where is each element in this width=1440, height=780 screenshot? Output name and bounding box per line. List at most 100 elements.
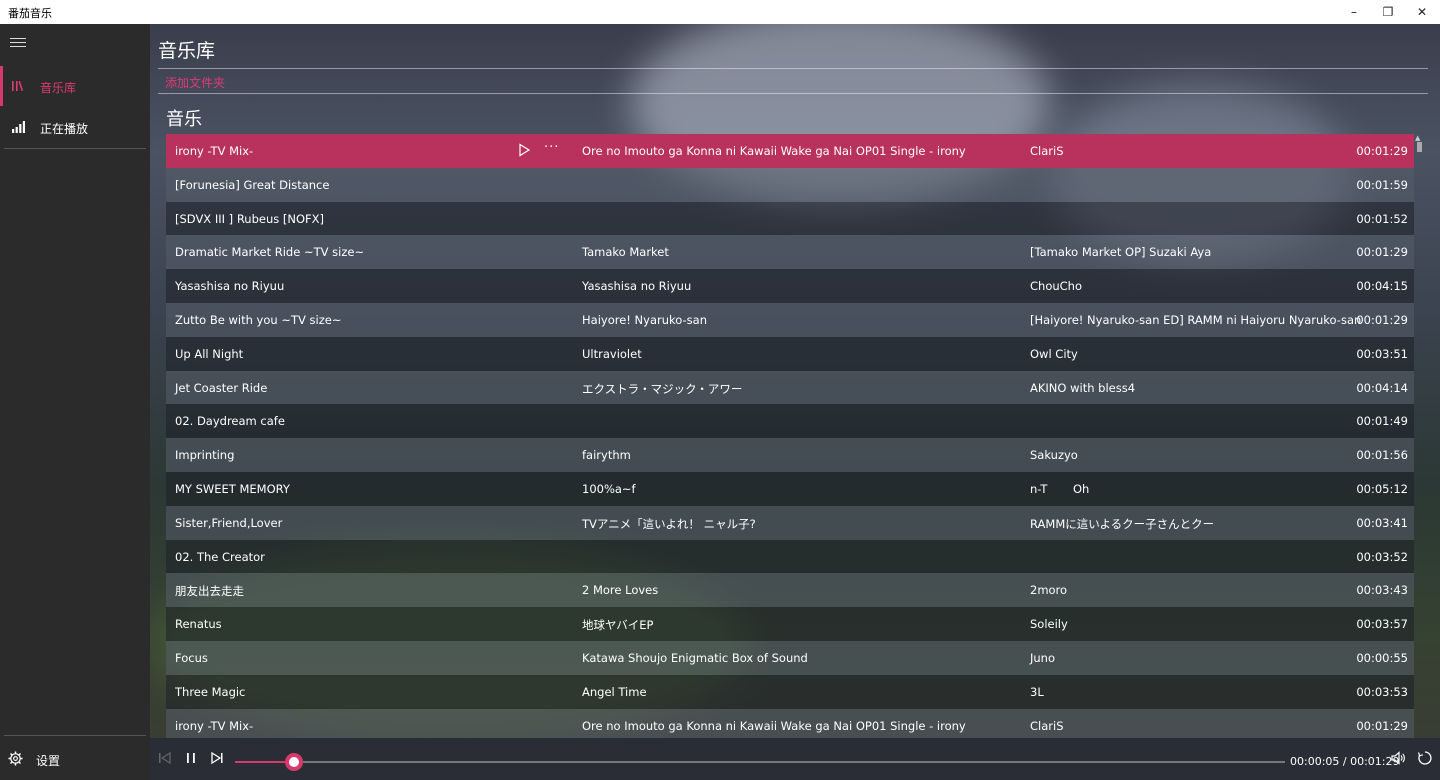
song-title: Renatus — [175, 617, 222, 632]
song-duration: 00:03:51 — [1356, 346, 1408, 361]
close-button[interactable]: ✕ — [1405, 0, 1439, 24]
song-album: Angel Time — [582, 684, 647, 699]
song-artist: AKINO with bless4 — [1030, 380, 1136, 395]
progress-track[interactable] — [235, 761, 1285, 763]
song-title: 02. Daydream cafe — [175, 414, 285, 429]
table-row[interactable]: Dramatic Market Ride ~TV size~ Tamako Mar… — [166, 235, 1414, 270]
table-row[interactable]: 02. Daydream cafe 00:01:49 — [166, 404, 1414, 439]
song-artist: ClariS — [1030, 718, 1064, 733]
minimize-button[interactable]: – — [1337, 0, 1371, 24]
song-title: MY SWEET MEMORY — [175, 481, 290, 496]
song-title: Up All Night — [175, 346, 244, 361]
song-title: irony -TV Mix- — [175, 144, 254, 158]
song-title: Sister,Friend,Lover — [175, 515, 283, 530]
player-bar: 00:00:05 / 00:01:29 — [150, 738, 1440, 780]
table-row[interactable]: [SDVX III ] Rubeus [NOFX] 00:01:52 — [166, 201, 1414, 236]
song-duration: 00:01:29 — [1356, 718, 1408, 733]
song-artist: n-T Oh — [1030, 481, 1090, 496]
song-duration: 00:00:55 — [1356, 650, 1408, 665]
song-title: irony -TV Mix- — [175, 718, 254, 733]
progress-knob[interactable] — [285, 753, 303, 771]
table-row[interactable]: 朋友出去走走 2 More Loves 2moro 00:03:43 — [166, 573, 1414, 608]
pause-icon[interactable] — [184, 751, 198, 765]
sidebar-item-library[interactable]: 音乐库 — [0, 66, 150, 106]
table-row[interactable]: Imprinting fairythm Sakuzyo 00:01:56 — [166, 438, 1414, 472]
library-icon — [12, 80, 24, 92]
table-row[interactable]: 02. The Creator 00:03:52 — [166, 539, 1414, 574]
table-row[interactable]: Yasashisa no Riyuu Yasashisa no Riyuu Chou… — [166, 269, 1414, 303]
song-duration: 00:01:52 — [1356, 211, 1408, 226]
add-folder-link[interactable]: 添加文件夹 — [165, 74, 225, 91]
song-title: Jet Coaster Ride — [175, 380, 268, 395]
song-artist: RAMMに這いよるクー子さんとクー — [1030, 516, 1215, 531]
hamburger-menu-icon[interactable] — [10, 38, 26, 48]
table-row[interactable]: Up All Night Ultraviolet Owl City 00:03:51 — [166, 336, 1414, 371]
table-row[interactable]: Focus Katawa Shoujo Enigmatic Box of Soun… — [166, 640, 1414, 675]
table-row[interactable]: irony -TV Mix- Ore no Imouto ga Konna ni … — [166, 134, 1414, 168]
table-row[interactable]: MY SWEET MEMORY 100%a~f n-T Oh 00:05:12 — [166, 471, 1414, 506]
now-playing-bars-icon — [12, 121, 25, 133]
page-title: 音乐库 — [158, 40, 216, 62]
song-duration: 00:03:53 — [1356, 684, 1408, 699]
song-artist: [Haiyore! Nyaruko-san ED] RAMM ni Haiyor… — [1030, 312, 1362, 327]
table-row[interactable]: Renatus 地球ヤバイEP Soleily 00:03:57 — [166, 607, 1414, 641]
song-artist: Soleily — [1030, 617, 1068, 632]
table-row[interactable]: [Forunesia] Great Distance 00:01:59 — [166, 167, 1414, 202]
scrollbar[interactable]: ▲ ▼ — [1414, 134, 1424, 738]
song-artist: 3L — [1030, 684, 1044, 699]
song-album: Ore no Imouto ga Konna ni Kawaii Wake ga… — [582, 144, 966, 158]
song-title: Imprinting — [175, 448, 235, 463]
song-artist: 2moro — [1030, 583, 1068, 598]
song-artist: Juno — [1030, 650, 1056, 665]
song-artist: ClariS — [1030, 144, 1064, 158]
song-album: Haiyore! Nyaruko-san — [582, 312, 707, 327]
song-title: 朋友出去走走 — [175, 584, 244, 599]
time-display: 00:00:05 / 00:01:29 — [1290, 755, 1400, 768]
song-title: Three Magic — [175, 684, 246, 699]
song-duration: 00:03:43 — [1356, 583, 1408, 598]
divider — [158, 93, 1428, 94]
song-album: Ore no Imouto ga Konna ni Kawaii Wake ga… — [582, 718, 966, 733]
sidebar-item-now-playing[interactable]: 正在播放 — [0, 107, 150, 147]
sidebar-item-label: 正在播放 — [40, 122, 89, 136]
repeat-icon[interactable] — [1417, 750, 1433, 766]
song-album: Ultraviolet — [582, 346, 642, 361]
song-duration: 00:01:59 — [1356, 177, 1408, 192]
song-album: Katawa Shoujo Enigmatic Box of Sound — [582, 650, 808, 665]
table-row[interactable]: Jet Coaster Ride エクストラ・マジック・アワー AKINO with… — [166, 370, 1414, 405]
table-row[interactable]: Three Magic Angel Time 3L 00:03:53 — [166, 674, 1414, 709]
song-album: fairythm — [582, 448, 631, 463]
sidebar-divider — [4, 735, 146, 736]
song-album: 地球ヤバイEP — [582, 618, 654, 633]
more-options-icon[interactable]: ··· — [544, 140, 559, 155]
song-album: Yasashisa no Riyuu — [582, 279, 692, 294]
song-duration: 00:04:15 — [1356, 279, 1408, 294]
next-track-icon[interactable] — [210, 751, 224, 765]
song-title: Zutto Be with you ~TV size~ — [175, 312, 342, 327]
song-artist: Sakuzyo — [1030, 448, 1078, 463]
volume-icon[interactable] — [1390, 750, 1406, 766]
song-duration: 00:01:56 — [1356, 448, 1408, 463]
sidebar-divider — [4, 148, 146, 149]
sidebar: 音乐库 正在播放 设置 — [0, 24, 150, 780]
song-duration: 00:04:14 — [1356, 380, 1408, 395]
table-row[interactable]: irony -TV Mix- Ore no Imouto ga Konna ni … — [166, 708, 1414, 738]
play-icon[interactable] — [517, 143, 531, 157]
scroll-up-icon[interactable]: ▲ — [1415, 134, 1420, 142]
title-bar: 番茄音乐 – ❐ ✕ — [0, 0, 1440, 24]
song-duration: 00:03:41 — [1356, 515, 1408, 530]
previous-track-icon[interactable] — [158, 751, 172, 765]
table-row[interactable]: Zutto Be with you ~TV size~ Haiyore! Nyar… — [166, 302, 1414, 337]
song-title: Focus — [175, 650, 208, 665]
restore-button[interactable]: ❐ — [1371, 0, 1405, 24]
song-album: TVアニメ「這いよれ！ ニャル子? — [582, 516, 756, 531]
settings-button[interactable]: 设置 — [0, 744, 150, 774]
song-album: 100%a~f — [582, 481, 636, 496]
song-artist: [Tamako Market OP] Suzaki Aya — [1030, 245, 1212, 260]
scrollbar-thumb[interactable] — [1417, 142, 1422, 152]
song-duration: 00:01:29 — [1356, 245, 1408, 260]
table-row[interactable]: Sister,Friend,Lover TVアニメ「這いよれ！ ニャル子? RAMM… — [166, 505, 1414, 540]
song-title: [SDVX III ] Rubeus [NOFX] — [175, 211, 325, 226]
song-title: 02. The Creator — [175, 549, 265, 564]
song-title: Yasashisa no Riyuu — [175, 279, 285, 294]
